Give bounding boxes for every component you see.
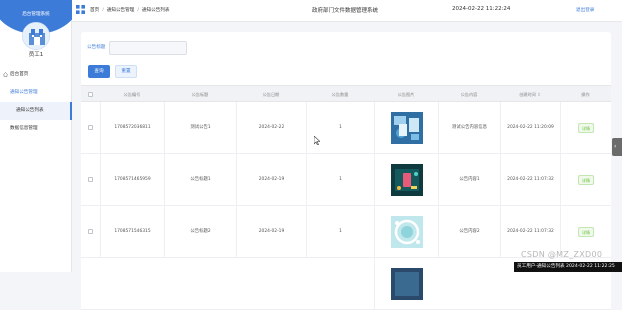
notice-image-thumbnail[interactable]: [391, 216, 423, 248]
sidebar-item-label: 后台首页: [10, 72, 29, 77]
sidebar-item-notice-management[interactable]: 通知公告管理: [0, 84, 72, 102]
search-label: 公告标题: [87, 45, 106, 50]
cell-image: [374, 258, 438, 310]
cell-count: 1: [306, 102, 374, 154]
column-header-label: 创建时间: [519, 92, 536, 97]
detail-button[interactable]: 详情: [578, 175, 594, 185]
row-checkbox[interactable]: [88, 229, 93, 234]
sidebar-item-label: 通知公告管理: [10, 90, 38, 95]
sidebar-item-label: 数据信息管理: [10, 126, 38, 131]
system-name: 政府部门文件数据管理系统: [312, 8, 379, 14]
sidebar-item-data-management[interactable]: 数据信息管理: [0, 120, 72, 138]
cell-image: [374, 206, 438, 258]
cell-content: 公告内容1: [438, 154, 500, 206]
breadcrumb-notice-list: 通知公告列表: [141, 8, 170, 13]
cell-id: 1708571546315: [100, 206, 164, 258]
sort-icon[interactable]: ⇕: [537, 92, 541, 97]
column-header: 公告图片: [397, 92, 415, 97]
cell-count: 1: [306, 154, 374, 206]
row-checkbox[interactable]: [88, 125, 93, 130]
column-header: 公告内容: [460, 92, 478, 97]
row-checkbox[interactable]: [88, 177, 93, 182]
column-header: 操作: [581, 92, 590, 97]
cell-actions: 详情: [560, 154, 611, 206]
home-icon: [3, 72, 8, 77]
column-header-sortable[interactable]: 创建时间 ⇕: [500, 86, 560, 103]
column-header: 公告日期: [262, 92, 280, 97]
watermark: CSDN @MZ_ZXD00: [521, 250, 603, 259]
cell-created: 2024-02-22 11:20:09: [500, 102, 560, 154]
breadcrumb-notice-management[interactable]: 通知公告管理: [107, 8, 135, 13]
cell-image: [374, 102, 438, 154]
footer-status-bar: 员工用户-通知公告列表 2024-02-22 11:22:25: [514, 262, 622, 272]
menu-toggle-icon[interactable]: [76, 5, 85, 14]
main-content: 公告标题 查询 重置 公告编号 公告标题 公告日期 公告数量 公告图片 公告内容…: [81, 32, 611, 310]
sidebar-item-label: 通知公告列表: [16, 108, 44, 113]
breadcrumb-home[interactable]: 首页: [90, 8, 99, 13]
system-title: 后台管理系统: [22, 12, 50, 17]
notice-image-thumbnail[interactable]: [391, 164, 423, 196]
current-datetime: 2024-02-22 11:22:24: [452, 6, 511, 12]
logout-button[interactable]: 退出登录: [576, 7, 594, 13]
table-row[interactable]: 1708571465959 公告标题1 2024-02-19 1 公告内容1 2…: [81, 154, 611, 206]
top-bar: 首页 / 通知公告管理 / 通知公告列表 政府部门文件数据管理系统 2024-02-22…: [72, 0, 622, 22]
cell-date: 2024-02-22: [236, 102, 306, 154]
cell-created: 2024-02-22 11:07:32: [500, 154, 560, 206]
select-all-checkbox[interactable]: [88, 92, 93, 97]
mouse-cursor-icon: [314, 136, 320, 145]
breadcrumb-separator: /: [102, 8, 104, 13]
notice-image-thumbnail[interactable]: [391, 112, 423, 144]
cell-image: [374, 154, 438, 206]
row-select-cell: [81, 154, 100, 206]
sidebar-menu: 后台首页 通知公告管理 通知公告列表 数据信息管理: [0, 66, 72, 138]
notice-image-thumbnail[interactable]: [391, 268, 423, 300]
detail-button[interactable]: 详情: [578, 227, 594, 237]
breadcrumb-separator: /: [137, 8, 139, 13]
chevron-left-icon: ‹: [614, 143, 617, 150]
reset-button[interactable]: 重置: [115, 65, 137, 78]
side-panel-toggle[interactable]: ‹: [612, 138, 622, 156]
cell-title: 公告标题1: [164, 154, 236, 206]
row-select-cell: [81, 206, 100, 258]
cell-title: 测试公告1: [164, 102, 236, 154]
sidebar: 后台管理系统 员工1 后台首页 通知公告管理 通知公告列表 数据信息管理: [0, 0, 72, 272]
column-header: 公告编号: [123, 92, 141, 97]
notice-table: 公告编号 公告标题 公告日期 公告数量 公告图片 公告内容 创建时间 ⇕ 操作 …: [81, 85, 611, 310]
column-header: 公告数量: [331, 92, 349, 97]
cell-id: 1708572036811: [100, 102, 164, 154]
cell-content: 公告内容2: [438, 206, 500, 258]
cell-count: 1: [306, 206, 374, 258]
cell-id: 1708571465959: [100, 154, 164, 206]
table-header: 公告编号 公告标题 公告日期 公告数量 公告图片 公告内容 创建时间 ⇕ 操作: [81, 85, 611, 102]
table-row[interactable]: 1708572036811 测试公告1 2024-02-22 1 测试公告内容信…: [81, 102, 611, 154]
sidebar-item-notice-list[interactable]: 通知公告列表: [0, 102, 72, 120]
cell-actions: 详情: [560, 102, 611, 154]
avatar[interactable]: [22, 22, 50, 50]
sidebar-item-home[interactable]: 后台首页: [0, 66, 72, 84]
cell-date: 2024-02-19: [236, 206, 306, 258]
row-select-cell: [81, 102, 100, 154]
breadcrumb: 首页 / 通知公告管理 / 通知公告列表: [90, 7, 169, 13]
cell-title: 公告标题2: [164, 206, 236, 258]
search-button[interactable]: 查询: [88, 65, 110, 78]
title-search-input[interactable]: [109, 41, 187, 55]
detail-button[interactable]: 详情: [578, 123, 594, 133]
column-header: 公告标题: [191, 92, 209, 97]
user-name: 员工1: [28, 52, 44, 58]
header-select-all[interactable]: [81, 86, 100, 103]
cell-date: 2024-02-19: [236, 154, 306, 206]
cell-content: 测试公告内容信息: [438, 102, 500, 154]
row-select-cell: [81, 258, 100, 310]
